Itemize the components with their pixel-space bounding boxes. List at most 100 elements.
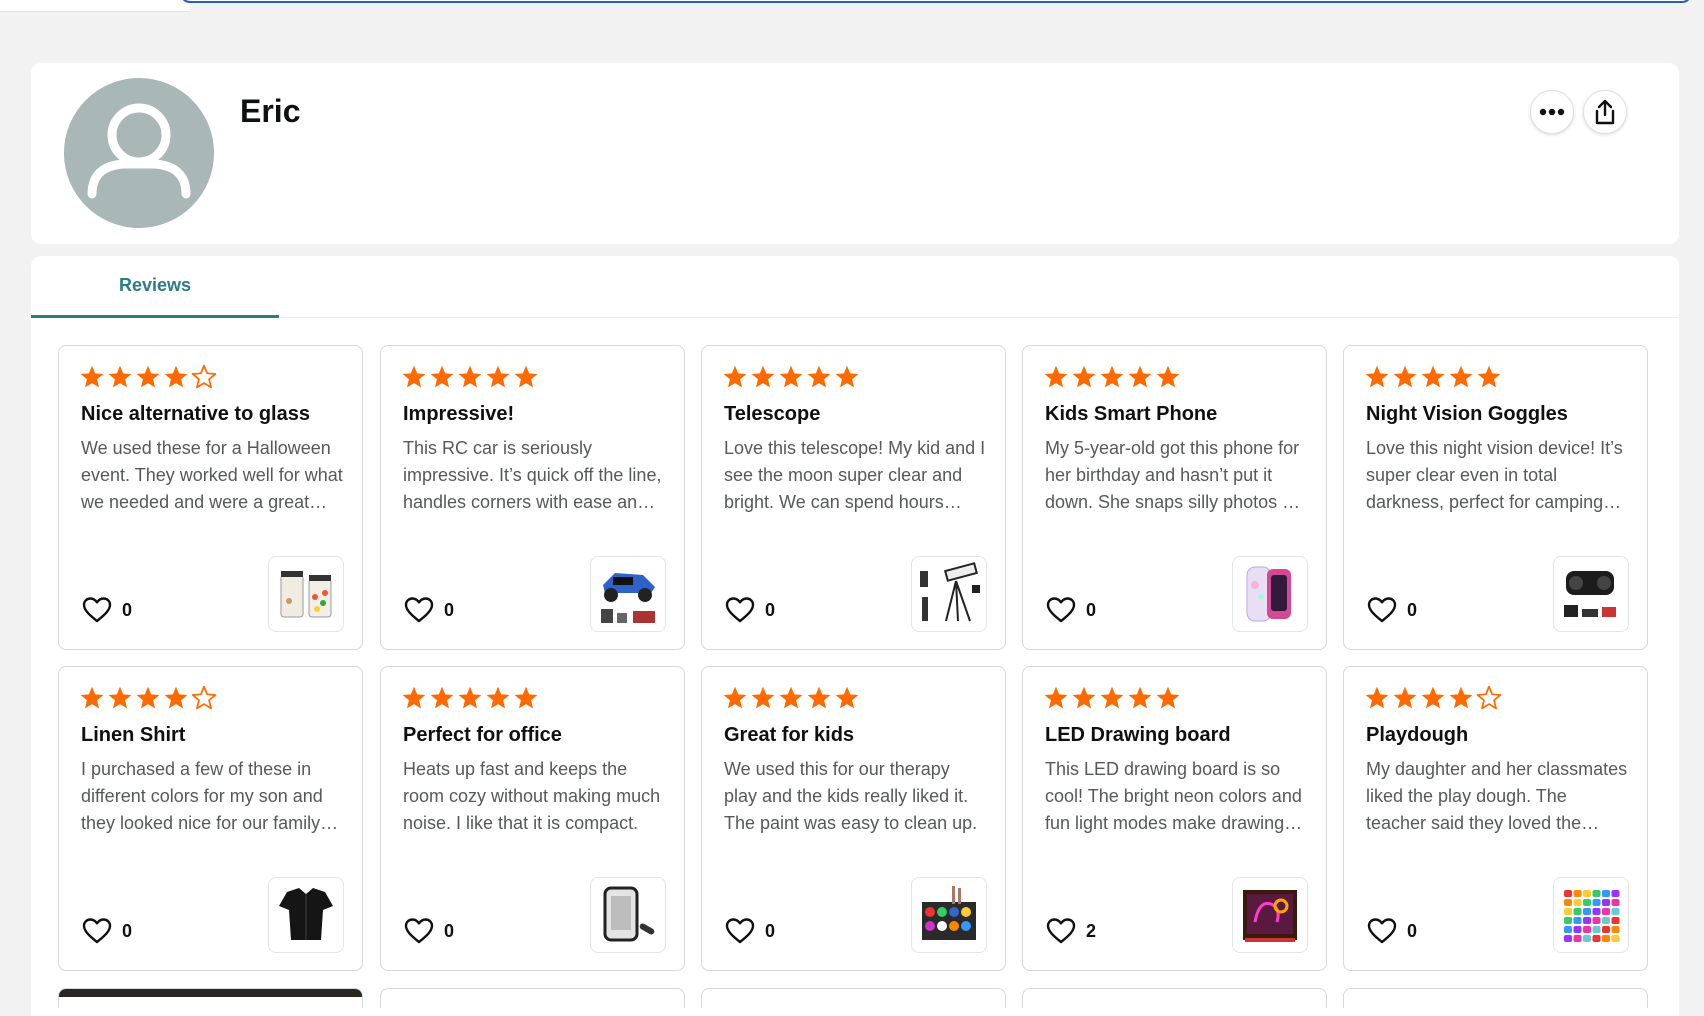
review-card-partial[interactable] bbox=[1022, 988, 1327, 1008]
default-user-icon bbox=[64, 78, 214, 228]
star-filled-icon bbox=[80, 365, 104, 388]
product-thumbnail[interactable] bbox=[1553, 556, 1629, 632]
helpful-vote: 0 bbox=[1367, 596, 1417, 624]
review-card[interactable]: LED Drawing board This LED drawing board … bbox=[1022, 666, 1327, 971]
heart-icon[interactable] bbox=[82, 596, 112, 624]
star-filled-icon bbox=[486, 365, 510, 388]
ellipsis-icon bbox=[1539, 108, 1565, 116]
review-card[interactable]: Nice alternative to glass We used these f… bbox=[58, 345, 363, 650]
star-filled-icon bbox=[1072, 365, 1096, 388]
helpful-count: 0 bbox=[1407, 599, 1418, 620]
review-card[interactable]: Kids Smart Phone My 5-year-old got this p… bbox=[1022, 345, 1327, 650]
share-button[interactable] bbox=[1583, 90, 1627, 134]
telescope-icon bbox=[920, 562, 980, 622]
review-title: Playdough bbox=[1366, 724, 1469, 746]
product-thumbnail[interactable] bbox=[590, 877, 666, 953]
product-thumbnail[interactable] bbox=[1232, 556, 1308, 632]
star-filled-icon bbox=[136, 686, 160, 709]
heart-icon[interactable] bbox=[1046, 917, 1076, 945]
review-title: Telescope bbox=[724, 403, 821, 425]
star-filled-icon bbox=[807, 686, 831, 709]
jars-icon bbox=[280, 571, 332, 618]
star-filled-icon bbox=[723, 686, 747, 709]
review-card[interactable]: Playdough My daughter and her classmates … bbox=[1343, 666, 1648, 971]
heart-icon[interactable] bbox=[82, 917, 112, 945]
top-left-bar bbox=[0, 0, 190, 12]
heart-icon[interactable] bbox=[725, 917, 755, 945]
review-card[interactable]: Impressive! This RC car is seriously impr… bbox=[380, 345, 685, 650]
review-card[interactable]: Night Vision Goggles Love this night visi… bbox=[1343, 345, 1648, 650]
star-filled-icon bbox=[1044, 686, 1068, 709]
review-card[interactable]: Linen Shirt I purchased a few of these in… bbox=[58, 666, 363, 971]
review-body: I purchased a few of these in different … bbox=[81, 759, 323, 833]
star-empty-icon bbox=[1476, 685, 1502, 710]
star-filled-icon bbox=[1044, 365, 1068, 388]
star-filled-icon bbox=[1393, 686, 1417, 709]
star-filled-icon bbox=[164, 365, 188, 388]
helpful-count: 0 bbox=[1407, 920, 1418, 941]
review-card-partial[interactable] bbox=[58, 988, 363, 1008]
review-title: LED Drawing board bbox=[1045, 724, 1231, 746]
helpful-count: 0 bbox=[765, 599, 776, 620]
helpful-count: 0 bbox=[444, 920, 455, 941]
helpful-count: 0 bbox=[444, 599, 455, 620]
helpful-vote: 0 bbox=[1046, 596, 1096, 624]
star-filled-icon bbox=[402, 365, 426, 388]
star-filled-icon bbox=[807, 365, 831, 388]
review-card[interactable]: Telescope Love this telescope! My kid and… bbox=[701, 345, 1006, 650]
helpful-vote: 0 bbox=[404, 596, 454, 624]
product-thumbnail[interactable] bbox=[1232, 877, 1308, 953]
star-filled-icon bbox=[1449, 365, 1473, 388]
product-thumbnail[interactable] bbox=[1553, 877, 1629, 953]
review-card-partial[interactable] bbox=[1343, 988, 1648, 1008]
star-filled-icon bbox=[1156, 365, 1180, 388]
star-filled-icon bbox=[514, 365, 538, 388]
product-thumbnail[interactable] bbox=[911, 556, 987, 632]
star-filled-icon bbox=[1365, 365, 1389, 388]
more-options-button[interactable] bbox=[1530, 90, 1574, 134]
review-body: This RC car is seriously impressive. It’… bbox=[403, 438, 662, 512]
product-thumbnail[interactable] bbox=[268, 556, 344, 632]
star-filled-icon bbox=[430, 686, 454, 709]
profile-card: Eric bbox=[31, 63, 1679, 244]
star-filled-icon bbox=[1421, 365, 1445, 388]
paint-set-icon bbox=[922, 886, 976, 940]
star-filled-icon bbox=[1421, 686, 1445, 709]
star-filled-icon bbox=[164, 686, 188, 709]
star-rating bbox=[401, 685, 539, 711]
star-filled-icon bbox=[458, 365, 482, 388]
review-body: Love this night vision device! It’s supe… bbox=[1366, 438, 1623, 512]
review-title: Linen Shirt bbox=[81, 724, 186, 746]
star-empty-icon bbox=[191, 364, 217, 389]
heart-icon[interactable] bbox=[1367, 917, 1397, 945]
heart-icon[interactable] bbox=[404, 917, 434, 945]
review-card[interactable]: Perfect for office Heats up fast and keep… bbox=[380, 666, 685, 971]
review-card-partial[interactable] bbox=[380, 988, 685, 1008]
star-filled-icon bbox=[108, 365, 132, 388]
star-filled-icon bbox=[430, 365, 454, 388]
tab-reviews[interactable]: Reviews bbox=[31, 256, 279, 318]
star-filled-icon bbox=[108, 686, 132, 709]
review-card[interactable]: Great for kids We used this for our thera… bbox=[701, 666, 1006, 971]
avatar[interactable] bbox=[64, 78, 214, 228]
helpful-vote: 0 bbox=[404, 917, 454, 945]
heart-icon[interactable] bbox=[1367, 596, 1397, 624]
review-body: My 5-year-old got this phone for her bir… bbox=[1045, 438, 1301, 512]
product-thumbnail[interactable] bbox=[590, 556, 666, 632]
heart-icon[interactable] bbox=[404, 596, 434, 624]
star-rating bbox=[79, 685, 217, 711]
star-filled-icon bbox=[486, 686, 510, 709]
star-rating bbox=[401, 364, 539, 390]
share-icon bbox=[1595, 99, 1615, 125]
heart-icon[interactable] bbox=[1046, 596, 1076, 624]
heater-icon bbox=[603, 886, 655, 942]
product-thumbnail[interactable] bbox=[911, 877, 987, 953]
star-filled-icon bbox=[723, 365, 747, 388]
star-filled-icon bbox=[1449, 686, 1473, 709]
review-body: This LED drawing board is so cool! The b… bbox=[1045, 759, 1302, 833]
star-filled-icon bbox=[779, 686, 803, 709]
product-thumbnail[interactable] bbox=[268, 877, 344, 953]
heart-icon[interactable] bbox=[725, 596, 755, 624]
review-card-partial[interactable] bbox=[701, 988, 1006, 1008]
search-bar-edge[interactable] bbox=[180, 0, 1692, 3]
